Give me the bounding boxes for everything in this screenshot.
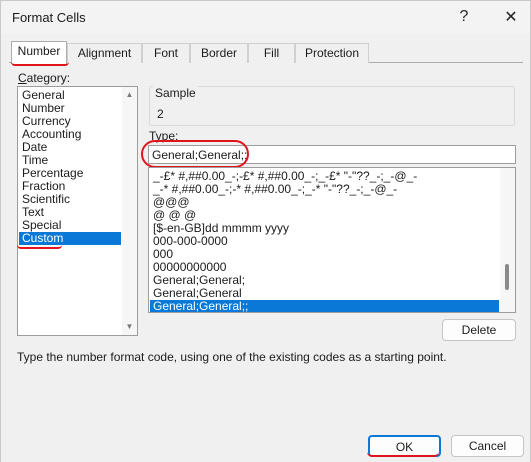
format-item[interactable]: General;General; — [150, 274, 499, 287]
format-code-listbox[interactable]: _-£* #,##0.00_-;-£* #,##0.00_-;_-£* "-"?… — [148, 167, 516, 313]
sample-value: 2 — [157, 107, 164, 121]
tab-font[interactable]: Font — [142, 43, 190, 63]
delete-button[interactable]: Delete — [442, 319, 516, 341]
category-listbox[interactable]: General Number Currency Accounting Date … — [17, 86, 138, 336]
red-annotation-underline-ok — [367, 452, 439, 457]
hint-text: Type the number format code, using one o… — [17, 350, 447, 364]
format-item[interactable]: General;General — [150, 287, 499, 300]
type-input[interactable] — [148, 145, 516, 164]
cancel-button[interactable]: Cancel — [451, 435, 524, 457]
dialog-title: Format Cells — [12, 10, 86, 25]
tab-number[interactable]: Number — [11, 41, 67, 64]
format-item[interactable]: [$-en-GB]dd mmmm yyyy — [150, 222, 499, 235]
category-scrollbar[interactable]: ▲ ▼ — [122, 87, 137, 335]
category-item-custom[interactable]: Custom — [19, 232, 121, 245]
format-item[interactable]: 000 — [150, 248, 499, 261]
tab-border[interactable]: Border — [190, 43, 248, 63]
format-item[interactable]: _-£* #,##0.00_-;-£* #,##0.00_-;_-£* "-"?… — [150, 170, 499, 183]
format-item[interactable]: 000-000-0000 — [150, 235, 499, 248]
format-item[interactable]: 00000000000 — [150, 261, 499, 274]
category-label: Category: — [18, 71, 71, 85]
format-scrollbar[interactable] — [500, 168, 515, 312]
format-item-selected[interactable]: General;General;; — [150, 300, 499, 312]
type-label: Type: — [149, 129, 179, 143]
title-bar: Format Cells ? ✕ — [1, 1, 530, 34]
scroll-up-icon[interactable]: ▲ — [122, 89, 137, 101]
format-cells-dialog: Format Cells ? ✕ Number Alignment Font B… — [0, 0, 531, 462]
format-item[interactable]: @@@ — [150, 196, 499, 209]
format-item[interactable]: _-* #,##0.00_-;-* #,##0.00_-;_-* "-"??_-… — [150, 183, 499, 196]
close-icon[interactable]: ✕ — [499, 6, 523, 28]
red-annotation-underline-number — [11, 62, 69, 66]
sample-label: Sample — [153, 86, 198, 100]
scroll-thumb[interactable] — [505, 264, 509, 290]
sample-group-box — [149, 86, 515, 126]
format-item[interactable]: @ @ @ — [150, 209, 499, 222]
tab-protection[interactable]: Protection — [295, 43, 369, 63]
tab-alignment[interactable]: Alignment — [67, 43, 142, 63]
help-icon[interactable]: ? — [452, 6, 476, 28]
tab-fill[interactable]: Fill — [248, 43, 295, 63]
red-annotation-underline-custom — [17, 245, 62, 249]
scroll-down-icon[interactable]: ▼ — [122, 321, 137, 333]
